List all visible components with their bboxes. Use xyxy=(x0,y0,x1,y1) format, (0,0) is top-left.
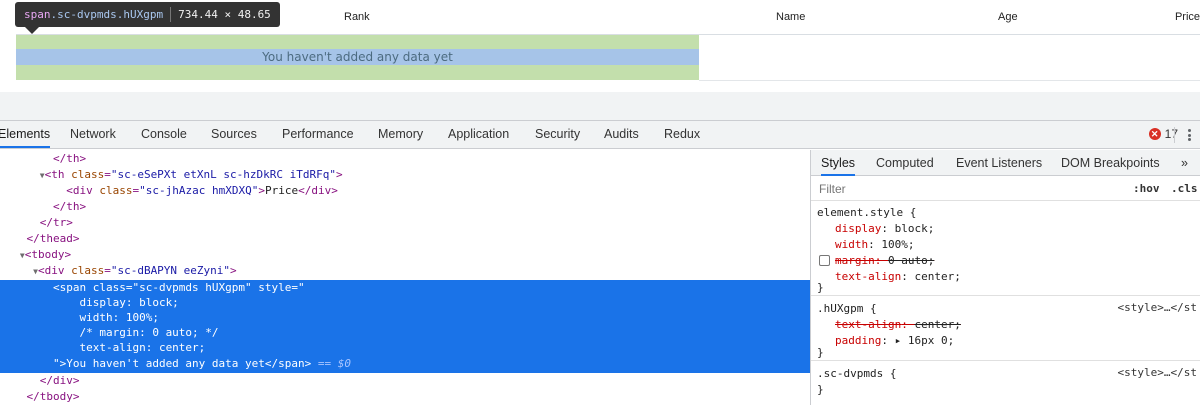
column-header-age[interactable]: Age xyxy=(998,11,1018,23)
selected-dom-line[interactable]: display: block; xyxy=(0,295,810,311)
column-header-name[interactable]: Name xyxy=(776,11,805,23)
tab-audits[interactable]: Audits xyxy=(604,121,639,148)
styles-filter-row: :hov .cls xyxy=(811,177,1200,201)
dom-line[interactable]: </th> xyxy=(0,151,810,167)
style-declaration-disabled[interactable]: margin: 0 auto; xyxy=(835,253,934,269)
tab-application[interactable]: Application xyxy=(448,121,509,148)
tab-styles[interactable]: Styles xyxy=(821,150,856,176)
rule-close-brace: } xyxy=(817,346,824,359)
selected-dom-line[interactable]: /* margin: 0 auto; */ xyxy=(0,325,810,341)
table-bottom-border xyxy=(699,80,1200,81)
devtools-tabbar: Elements Network Console Sources Perform… xyxy=(0,121,1200,149)
style-rule-sc-dvpmds: .sc-dvpmds { <style>…</st } xyxy=(811,362,1200,405)
elements-dom-tree[interactable]: </th> ▼<th class="sc-eSePXt etXnL sc-hzD… xyxy=(0,150,810,405)
styles-pane: Styles Computed Event Listeners DOM Brea… xyxy=(810,150,1200,405)
tooltip-arrow xyxy=(25,27,39,34)
padding-highlight-top xyxy=(16,35,699,49)
style-declaration[interactable]: text-align: center; xyxy=(835,269,961,285)
selected-dom-line[interactable]: text-align: center; xyxy=(0,340,810,356)
tab-elements[interactable]: Elements xyxy=(0,121,51,148)
declaration-checkbox[interactable] xyxy=(819,255,830,266)
tooltip-class: .sc-dvpmds.hUXgpm xyxy=(50,8,164,21)
toolbar-divider xyxy=(1174,127,1175,143)
devtools-panel: Elements Network Console Sources Perform… xyxy=(0,120,1200,405)
tooltip-dimensions: 734.44 × 48.65 xyxy=(178,8,271,21)
style-rule-element: element.style { display: block; width: 1… xyxy=(811,202,1200,296)
error-icon: ✕ xyxy=(1148,128,1161,140)
tooltip-tag: span xyxy=(24,8,51,21)
tooltip-divider xyxy=(170,7,172,22)
more-tabs-icon[interactable]: » xyxy=(1181,150,1188,176)
selected-dom-line[interactable]: ">You haven't added any data yet</span> … xyxy=(0,356,810,372)
tab-security[interactable]: Security xyxy=(535,121,580,148)
dom-line[interactable]: <div class="sc-jhAzac hmXDXQ">Price</div… xyxy=(0,183,810,199)
styles-tabbar: Styles Computed Event Listeners DOM Brea… xyxy=(811,150,1200,176)
dom-line[interactable]: ▼<th class="sc-eSePXt etXnL sc-hzDkRC iT… xyxy=(0,167,810,183)
rule-selector[interactable]: .hUXgpm { xyxy=(817,301,877,317)
column-header-rank[interactable]: Rank xyxy=(344,11,370,23)
dom-line[interactable]: </tr> xyxy=(0,215,810,231)
selected-dom-line[interactable]: <span class="sc-dvpmds hUXgpm" style=" xyxy=(0,280,810,296)
tab-redux[interactable]: Redux xyxy=(664,121,700,148)
column-header-price[interactable]: Price xyxy=(1175,11,1200,23)
style-declaration[interactable]: width: 100%; xyxy=(835,237,915,253)
rule-selector[interactable]: .sc-dvpmds { xyxy=(817,366,896,382)
tab-sources[interactable]: Sources xyxy=(211,121,257,148)
rule-source-link[interactable]: <style>…</st xyxy=(1118,366,1197,379)
styles-filter-input[interactable] xyxy=(811,179,1121,199)
padding-highlight-bottom xyxy=(16,65,699,80)
tab-network[interactable]: Network xyxy=(70,121,116,148)
page-viewport: Rank Name Age Price You haven't added an… xyxy=(0,0,1200,120)
tab-memory[interactable]: Memory xyxy=(378,121,423,148)
tab-dom-breakpoints[interactable]: DOM Breakpoints xyxy=(1061,150,1160,176)
tab-event-listeners[interactable]: Event Listeners xyxy=(956,150,1042,176)
dom-line[interactable]: ▼<div class="sc-dBAPYN eeZyni"> xyxy=(0,263,810,279)
tab-console[interactable]: Console xyxy=(141,121,187,148)
class-toggle[interactable]: .cls xyxy=(1171,182,1198,195)
tab-performance[interactable]: Performance xyxy=(282,121,354,148)
selected-node-marker: == $0 xyxy=(317,357,352,370)
rule-source-link[interactable]: <style>…</st xyxy=(1118,301,1197,314)
error-count: 17 xyxy=(1164,127,1178,141)
rule-close-brace: } xyxy=(817,383,824,396)
dom-line[interactable]: </th> xyxy=(0,199,810,215)
page-gutter xyxy=(0,92,1200,120)
rule-close-brace: } xyxy=(817,281,824,294)
style-declaration[interactable]: display: block; xyxy=(835,221,934,237)
dom-line[interactable]: ▼<tbody> xyxy=(0,247,810,263)
hover-state-toggle[interactable]: :hov xyxy=(1133,182,1160,195)
dom-line[interactable]: </div> xyxy=(0,373,810,389)
empty-table-message: You haven't added any data yet xyxy=(262,50,453,64)
inspect-tooltip: span .sc-dvpmds.hUXgpm 734.44 × 48.65 xyxy=(15,2,280,27)
style-rule-huxgpm: .hUXgpm { <style>…</st text-align: cente… xyxy=(811,297,1200,361)
rule-selector[interactable]: element.style { xyxy=(817,205,916,221)
dom-line[interactable]: </thead> xyxy=(0,231,810,247)
selected-dom-line[interactable]: width: 100%; xyxy=(0,310,810,326)
style-declaration-overridden[interactable]: text-align: center; xyxy=(835,317,961,333)
dom-line[interactable]: </tbody> xyxy=(0,389,810,405)
style-declaration[interactable]: padding: ▸ 16px 0; xyxy=(835,333,954,349)
tab-computed[interactable]: Computed xyxy=(876,150,934,176)
more-options-icon[interactable] xyxy=(1184,127,1194,143)
